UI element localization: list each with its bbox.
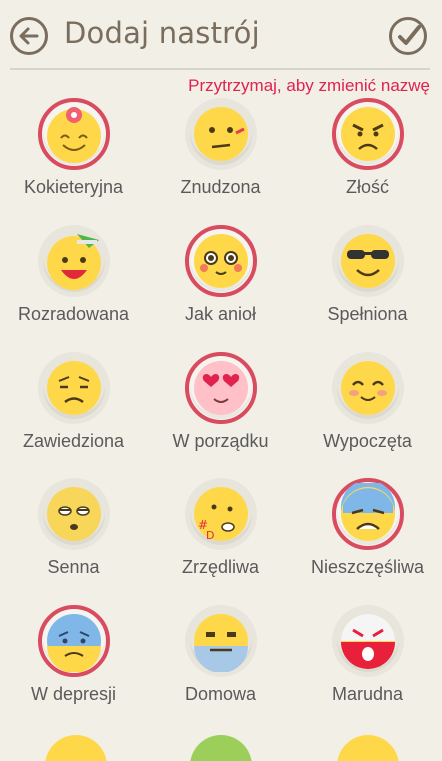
overjoyed-face-icon [43,230,105,292]
svg-text:D: D [206,529,214,542]
homely-face-icon [190,610,252,672]
disappointed-face-icon [43,357,105,419]
page-title: Dodaj nastrój [64,16,260,50]
sleepy-face-icon [43,483,105,545]
next-row-preview [0,735,442,761]
mood-item[interactable]: Marudna [294,605,441,731]
partial-face-2[interactable] [190,735,252,761]
mood-icon-frame[interactable] [185,352,257,424]
mood-item[interactable]: Jak anioł [147,225,294,351]
mood-label: Nieszczęśliwa [310,557,425,577]
mood-icon-frame[interactable] [185,225,257,297]
mood-icon-frame[interactable] [185,605,257,677]
unhappy-face-icon [337,483,399,545]
mood-label: Spełniona [327,304,408,324]
mood-item[interactable]: Wypoczęta [294,352,441,478]
mood-item[interactable]: Spełniona [294,225,441,351]
arrow-left-icon [19,27,39,45]
mood-label: Kokieteryjna [23,177,124,197]
mood-icon-frame[interactable] [38,478,110,550]
mood-item[interactable]: Kokieteryjna [0,98,147,224]
app-header: Dodaj nastrój [0,0,442,70]
mood-icon-frame[interactable] [38,352,110,424]
mood-label: W porządku [172,431,269,451]
mood-icon-frame[interactable] [185,98,257,170]
mood-icon-frame[interactable] [38,605,110,677]
mood-item[interactable]: Senna [0,478,147,604]
rested-face-icon [337,357,399,419]
angry-face-icon [337,103,399,165]
header-divider [10,68,430,70]
mood-icon-frame[interactable] [332,478,404,550]
mood-item[interactable]: Zawiedziona [0,352,147,478]
mood-label: Domowa [184,684,257,704]
mood-item[interactable]: # D Zrzędliwa [147,478,294,604]
mood-item[interactable]: Znudzona [147,98,294,224]
flirty-face-icon [43,103,105,165]
angel-face-icon [190,230,252,292]
fulfilled-face-icon [337,230,399,292]
mood-item[interactable]: Rozradowana [0,225,147,351]
confirm-button[interactable] [389,17,427,55]
whiny-face-icon [337,610,399,672]
mood-label: Marudna [331,684,404,704]
mood-item[interactable]: Domowa [147,605,294,731]
mood-label: Zrzędliwa [181,557,260,577]
mood-item[interactable]: W porządku [147,352,294,478]
mood-icon-frame[interactable] [38,98,110,170]
mood-icon-frame[interactable] [38,225,110,297]
back-button[interactable] [10,17,48,55]
grumpy-face-icon: # D [190,483,252,545]
mood-icon-frame[interactable] [332,352,404,424]
checkmark-icon [398,25,421,45]
mood-item[interactable]: Nieszczęśliwa [294,478,441,604]
rename-hint: Przytrzymaj, aby zmienić nazwę [188,76,430,95]
mood-label: Rozradowana [17,304,130,324]
mood-item[interactable]: Złość [294,98,441,224]
mood-item[interactable]: W depresji [0,605,147,731]
mood-icon-frame[interactable] [332,98,404,170]
mood-icon-frame[interactable]: # D [185,478,257,550]
partial-face-1[interactable] [45,735,107,761]
heart-eyes-face-icon [190,357,252,419]
mood-label: Złość [345,177,389,197]
mood-label: Zawiedziona [22,431,125,451]
mood-label: Senna [47,557,100,577]
depressed-face-icon [43,610,105,672]
mood-icon-frame[interactable] [332,225,404,297]
partial-face-3[interactable] [337,735,399,761]
mood-label: Wypoczęta [323,431,412,451]
bored-face-icon [190,103,252,165]
mood-icon-frame[interactable] [332,605,404,677]
mood-label: Jak anioł [184,304,257,324]
mood-label: W depresji [30,684,117,704]
mood-label: Znudzona [180,177,261,197]
